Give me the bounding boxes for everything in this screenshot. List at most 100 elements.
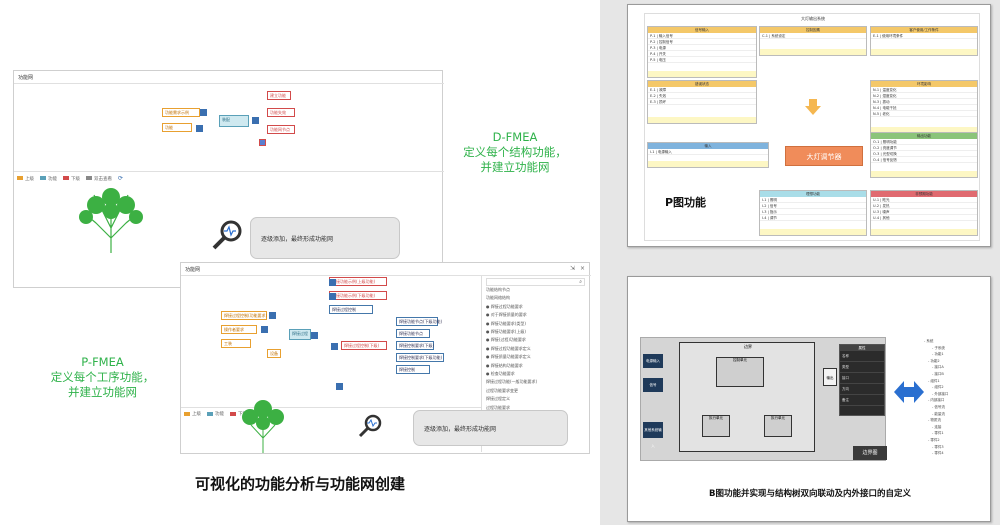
legend-item: 上级: [17, 176, 34, 182]
shot1-legend: 上级 功能 下级 双击查看 ⟳: [17, 175, 123, 182]
p-center-box[interactable]: 大灯调节器: [785, 146, 863, 166]
list-item[interactable]: ● 检查功能要求: [486, 370, 585, 378]
tree-item[interactable]: - 能量流: [932, 412, 945, 417]
close-icon[interactable]: ×: [580, 265, 585, 272]
list-item[interactable]: 过程功能要求变更: [486, 387, 585, 395]
b-right-small[interactable]: 输出: [823, 368, 837, 386]
p-row[interactable]: P-5 | 电压: [648, 57, 756, 63]
property-row[interactable]: 类型: [840, 362, 884, 373]
list-item[interactable]: 功能结构节点: [486, 286, 585, 294]
refresh-icon[interactable]: ⟳: [118, 175, 123, 182]
shot1-right-node-1[interactable]: 建立功能: [267, 91, 291, 100]
boundary-badge: 边界图: [853, 446, 887, 460]
shot2-mid-node-4[interactable]: 焊接过程控制(下级): [341, 341, 387, 350]
property-row[interactable]: 名称: [840, 351, 884, 362]
p-row[interactable]: N-5 | 老化: [871, 111, 977, 117]
tree-item[interactable]: - 子系统: [932, 346, 945, 351]
list-item[interactable]: ● 焊接质量功能要求定义: [486, 353, 585, 361]
shot2-left-node-3[interactable]: 工装: [221, 339, 251, 348]
p-row[interactable]: E-3 | 损坏: [648, 99, 756, 105]
b-left-block-1[interactable]: 电源输入: [643, 354, 663, 368]
tree-item[interactable]: - 外部接口: [932, 392, 948, 397]
pfmea-line1: 定义每个工序功能，: [50, 370, 155, 384]
tree-item[interactable]: - 系统: [924, 339, 933, 344]
bidirectional-arrow-icon: [894, 381, 924, 403]
magnifier-icon: [212, 220, 242, 250]
p-box-unintended: 非预期功能 U-1 | 眩光 U-2 | 发热 U-3 | 噪声 U-4 | 其他: [870, 190, 978, 236]
shot2-right-node-5[interactable]: 焊接控制: [396, 365, 430, 374]
boundary-box[interactable]: 边界 控制单元 执行单元 执行单元: [679, 342, 815, 452]
b-left-block-2[interactable]: 信号: [643, 378, 663, 392]
p-row[interactable]: O-4 | 信号反馈: [871, 157, 977, 163]
tree-item[interactable]: - 信号流: [932, 405, 945, 410]
tree-item[interactable]: - 功能1: [932, 352, 944, 357]
shot1-center-node[interactable]: 装配: [219, 115, 249, 127]
p-row[interactable]: I-1 | 电源输入: [648, 149, 768, 155]
tree-item[interactable]: - 零件4: [932, 451, 944, 456]
legend-item: 功能: [40, 176, 57, 182]
p-row[interactable]: E-1 | 使用环境条件: [871, 33, 977, 39]
list-item[interactable]: ● 对于焊接质量的要求: [486, 311, 585, 319]
tree-illustration: [242, 400, 284, 453]
legend-item: 功能: [207, 411, 224, 417]
tree-item[interactable]: - 零件2: [928, 438, 940, 443]
inner-block-top[interactable]: 控制单元: [716, 357, 764, 387]
node-icon: [329, 293, 336, 300]
shot2-right-node-2[interactable]: 焊接功能节点: [396, 329, 430, 338]
bubble-text: 逐级添加，最终形成功能网: [424, 425, 497, 433]
shot2-left-node-4[interactable]: 设备: [267, 349, 281, 358]
property-row[interactable]: 方向: [840, 384, 884, 395]
tree-item[interactable]: - 功能2: [928, 359, 940, 364]
shot1-left-node-1[interactable]: 功能需求示例: [162, 108, 200, 117]
shot2-mid-node-1[interactable]: 焊接功能示例(上级功能): [329, 277, 387, 286]
list-item[interactable]: 焊接过程定义: [486, 395, 585, 403]
shot2-right-node-1[interactable]: 焊接功能节点(下级功能): [396, 317, 442, 326]
main-caption: 可视化的功能分析与功能网创建: [194, 475, 405, 493]
b-left-block-3[interactable]: 其他系统输入: [643, 422, 663, 448]
legend-item: 上级: [184, 411, 201, 417]
p-row[interactable]: U-4 | 其他: [871, 215, 977, 221]
list-search-input[interactable]: ⌕: [486, 278, 585, 286]
tree-item[interactable]: - 接口B: [932, 372, 944, 377]
list-item[interactable]: 焊接过程功能(一般功能要求): [486, 378, 585, 386]
dfmea-line2: 并建立功能网: [480, 160, 550, 174]
node-icon: [259, 139, 266, 146]
tree-item[interactable]: - 物质流: [928, 418, 941, 423]
tree-item[interactable]: - 组件1: [928, 379, 940, 384]
shot1-right-node-2[interactable]: 功能失效: [267, 108, 295, 117]
tree-item[interactable]: - 零件1: [932, 431, 944, 436]
shot2-left-node-2[interactable]: 操作者要求: [221, 325, 257, 334]
list-item[interactable]: 功能网络结构: [486, 294, 585, 302]
inner-block-right[interactable]: 执行单元: [764, 415, 792, 437]
shot2-right-node-3[interactable]: 焊接控制要求(下级): [396, 341, 434, 350]
property-row[interactable]: 接口: [840, 373, 884, 384]
p-row[interactable]: C-1 | 系统设定: [760, 33, 866, 39]
shot2-center-node[interactable]: 焊接过程: [289, 329, 311, 340]
list-item[interactable]: ● 焊接功能要求(类型): [486, 320, 585, 328]
p-row[interactable]: I-4 | 调节: [760, 215, 866, 221]
shot2-mid-node-2[interactable]: 焊接功能示例(下级功能): [329, 291, 387, 300]
shot1-left-node-2[interactable]: 功能: [162, 123, 192, 132]
shot2-left-node-1[interactable]: 焊接过程控制(功能要求): [221, 311, 267, 320]
property-row[interactable]: 备注: [840, 395, 884, 406]
shot2-right-node-4[interactable]: 焊接控制要求(下级功能): [396, 353, 444, 362]
tree-item[interactable]: - 内部接口: [928, 398, 944, 403]
list-item[interactable]: ● 焊接过程功能要求: [486, 303, 585, 311]
shot1-right-node-3[interactable]: 功能网节点: [267, 125, 295, 134]
p-diagram-panel: 大灯输出系统 信号输入 P-1 | 输入信号 P-2 | 控制信号 P-3 | 电源…: [627, 4, 991, 247]
pfmea-title: P-FMEA: [81, 355, 124, 369]
tree-item[interactable]: - 接口A: [932, 365, 944, 370]
tree-item[interactable]: - 零件3: [932, 445, 944, 450]
property-panel: 属性 名称 类型 接口 方向 备注: [839, 344, 885, 416]
shot2-mid-node-3[interactable]: 焊接过程控制: [329, 305, 373, 314]
p-diagram-caption: P图功能: [665, 196, 707, 209]
pin-icon[interactable]: ⇲: [570, 265, 575, 272]
list-item[interactable]: ● 焊接(过程)功能要求: [486, 336, 585, 344]
list-item[interactable]: ● 焊接过程功能要求定义: [486, 345, 585, 353]
list-item[interactable]: ● 焊接结构功能要求: [486, 362, 585, 370]
boundary-canvas: 电源输入 信号 其他系统输入 边界 控制单元 执行单元 执行单元 输出 属性 名…: [640, 337, 887, 461]
tree-item[interactable]: - 连接: [932, 425, 941, 430]
list-item[interactable]: ● 焊接功能要求(上级): [486, 328, 585, 336]
inner-block-left[interactable]: 执行单元: [702, 415, 730, 437]
tree-item[interactable]: - 组件2: [932, 385, 944, 390]
